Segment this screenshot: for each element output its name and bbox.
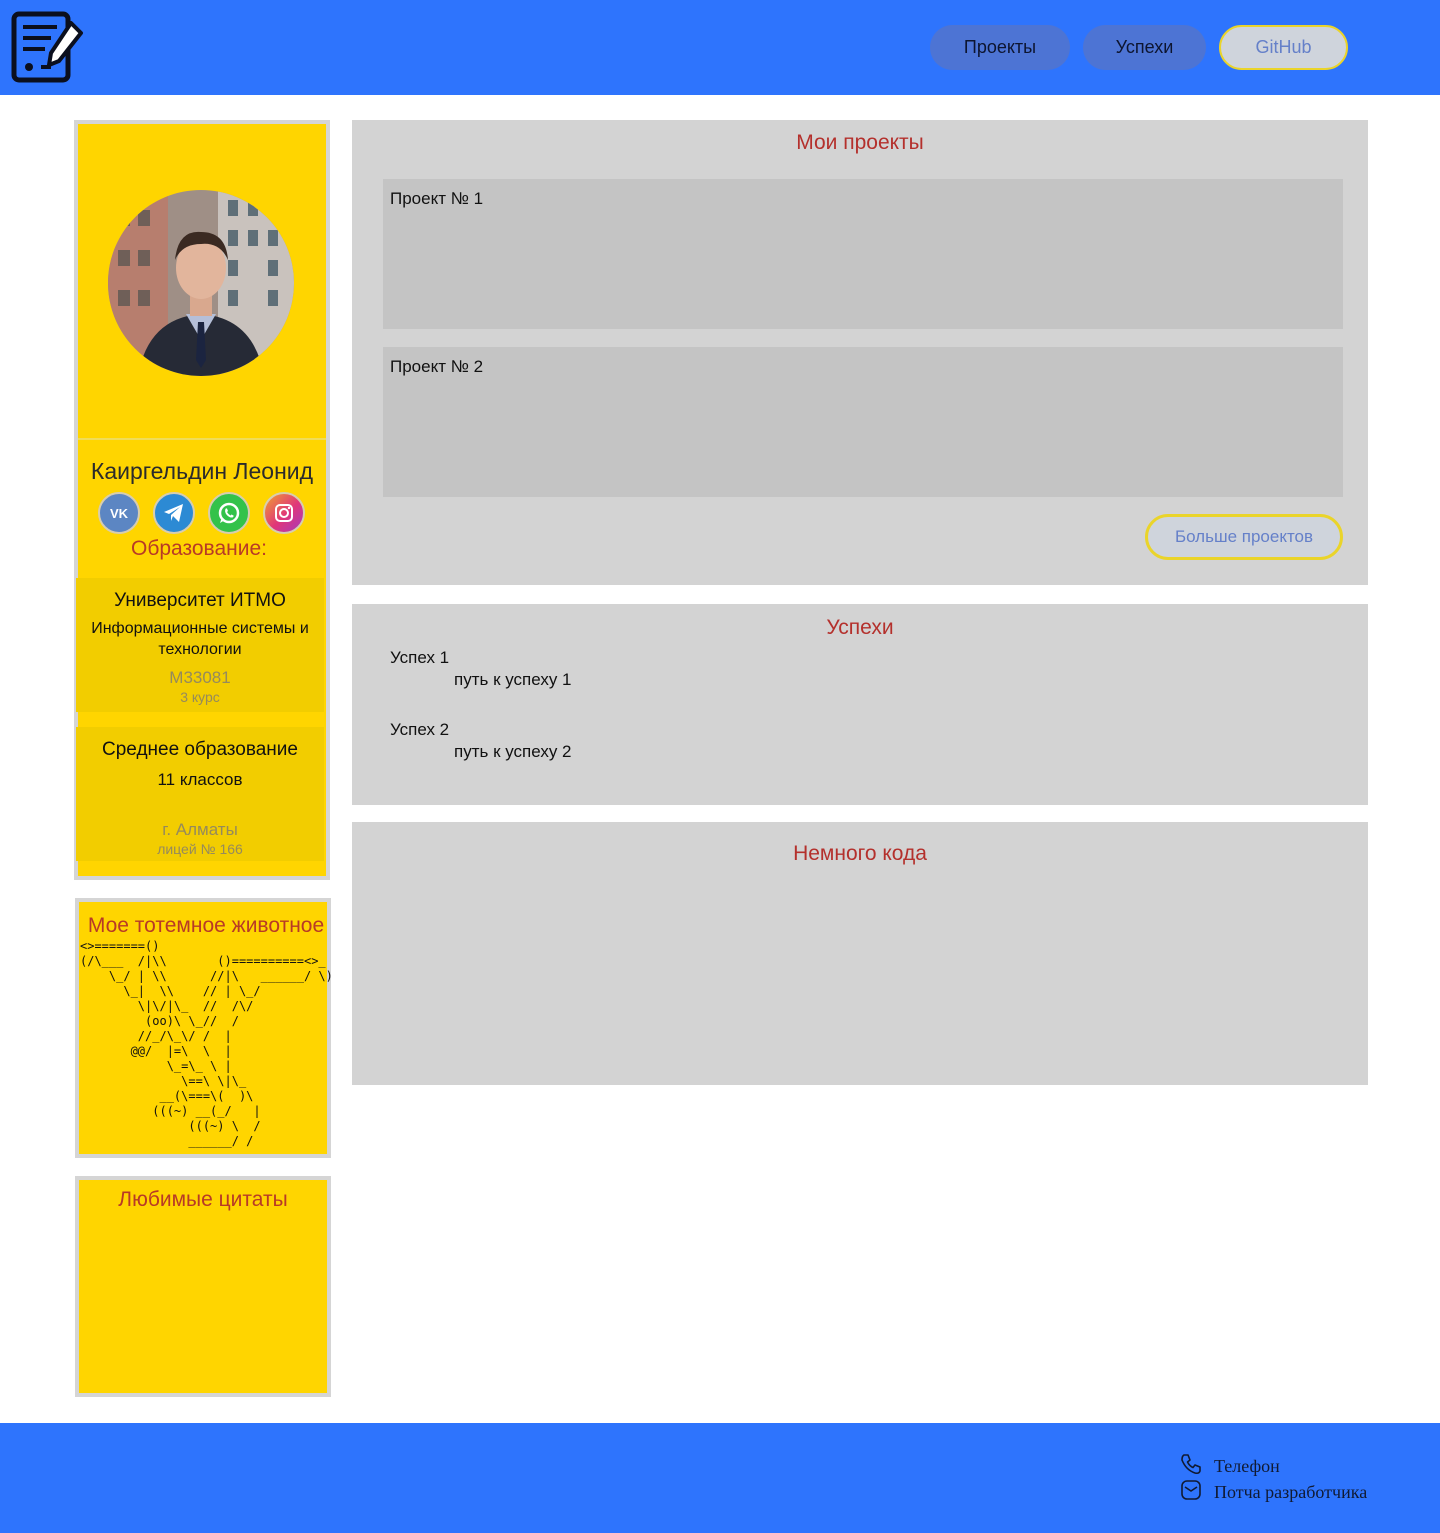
vk-icon[interactable]: VK bbox=[98, 492, 140, 534]
whatsapp-icon[interactable] bbox=[208, 492, 250, 534]
code-panel: Немного кода bbox=[352, 822, 1368, 1085]
project-card[interactable]: Проект № 1 bbox=[383, 179, 1343, 329]
education-program: 11 классов bbox=[157, 770, 243, 789]
ascii-art: <>=======() (/\___ /|\\ ()==========<>_ … bbox=[80, 939, 332, 1148]
education-school: лицей № 166 bbox=[157, 841, 243, 857]
avatar bbox=[108, 190, 294, 376]
totem-title: Мое тотемное животное bbox=[87, 914, 325, 937]
nav-projects-button[interactable]: Проекты bbox=[930, 25, 1070, 70]
education-city: г. Алматы bbox=[162, 820, 238, 839]
education-institution: Среднее образование bbox=[102, 739, 298, 760]
phone-contact[interactable]: Телефон bbox=[1180, 1453, 1280, 1480]
more-projects-button[interactable]: Больше проектов bbox=[1145, 514, 1343, 560]
photo-area bbox=[78, 124, 326, 440]
success-path: путь к успеху 1 bbox=[454, 670, 572, 689]
nav-successes-button[interactable]: Успехи bbox=[1083, 25, 1206, 70]
education-group: M33081 bbox=[169, 668, 231, 687]
education-program: Информационные системы и технологии bbox=[91, 620, 309, 658]
education-title: Образование: bbox=[131, 537, 267, 560]
telegram-icon[interactable] bbox=[153, 492, 195, 534]
social-links: VK bbox=[98, 492, 308, 534]
notepad-pen-logo-icon[interactable] bbox=[11, 11, 85, 85]
nav-github-button[interactable]: GitHub bbox=[1219, 25, 1348, 70]
projects-panel: Мои проекты Проект № 1 Проект № 2 Больше… bbox=[352, 120, 1368, 585]
profile-name: Каиргельдин Леонид bbox=[90, 458, 314, 484]
phone-label: Телефон bbox=[1214, 1456, 1280, 1476]
phone-icon bbox=[1180, 1453, 1214, 1480]
code-title: Немного кода bbox=[793, 842, 927, 865]
quotes-card: Любимые цитаты bbox=[75, 1176, 331, 1397]
education-item: Среднее образование 11 классов г. Алматы… bbox=[76, 727, 324, 861]
totem-animal-card: Мое тотемное животное <>=======() (/\___… bbox=[75, 898, 332, 1158]
profile-card: Каиргельдин Леонид VK Образование: Униве… bbox=[74, 120, 330, 880]
successes-title: Успехи bbox=[826, 616, 894, 639]
project-card[interactable]: Проект № 2 bbox=[383, 347, 1343, 497]
project-label: Проект № 2 bbox=[390, 357, 484, 376]
mail-icon bbox=[1180, 1479, 1214, 1506]
success-name: Успех 2 bbox=[390, 720, 450, 739]
email-contact[interactable]: Потча разработчика bbox=[1180, 1479, 1367, 1506]
education-year: 3 курс bbox=[180, 689, 220, 705]
quotes-title: Любимые цитаты bbox=[118, 1188, 288, 1211]
education-institution: Университет ИТМО bbox=[114, 590, 286, 611]
education-item: Университет ИТМО Информационные системы … bbox=[76, 578, 324, 712]
projects-title: Мои проекты bbox=[796, 131, 924, 154]
site-header: Проекты Успехи GitHub bbox=[0, 0, 1440, 95]
project-label: Проект № 1 bbox=[390, 189, 484, 208]
instagram-icon[interactable] bbox=[263, 492, 305, 534]
success-name: Успех 1 bbox=[390, 648, 450, 667]
successes-panel: Успехи Успех 1 путь к успеху 1 Успех 2 п… bbox=[352, 604, 1368, 805]
svg-text:VK: VK bbox=[110, 506, 129, 521]
success-path: путь к успеху 2 bbox=[454, 742, 572, 761]
email-label: Потча разработчика bbox=[1214, 1482, 1368, 1502]
site-footer: Телефон Потча разработчика bbox=[0, 1423, 1440, 1533]
